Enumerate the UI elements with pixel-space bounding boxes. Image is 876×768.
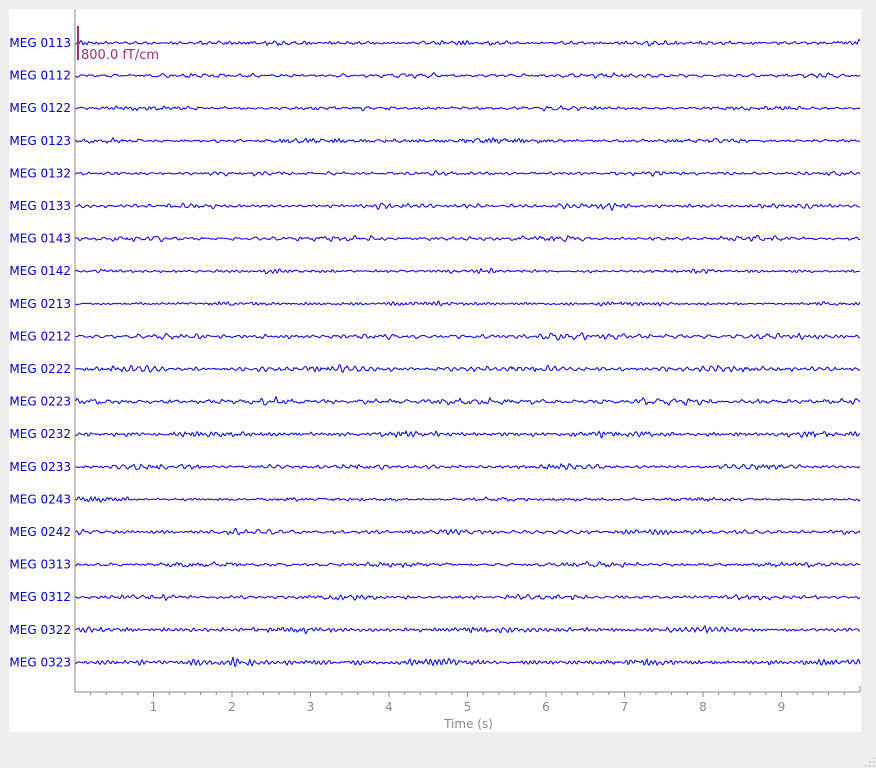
channel-label[interactable]: MEG 0213 bbox=[9, 297, 71, 311]
channel-label[interactable]: MEG 0312 bbox=[9, 590, 71, 604]
axes-layer bbox=[74, 9, 861, 693]
trace-meg-0233[interactable] bbox=[74, 463, 861, 471]
x-tick-label: 7 bbox=[621, 700, 629, 714]
channel-label[interactable]: MEG 0212 bbox=[9, 329, 71, 343]
x-tick-label: 4 bbox=[385, 700, 393, 714]
trace-meg-0132[interactable] bbox=[74, 170, 861, 177]
trace-meg-0323[interactable] bbox=[74, 656, 861, 668]
trace-meg-0113[interactable] bbox=[74, 38, 861, 47]
x-tick-label: 5 bbox=[464, 700, 472, 714]
x-tick-label: 3 bbox=[307, 700, 315, 714]
trace-meg-0242[interactable] bbox=[74, 528, 861, 536]
channel-label[interactable]: MEG 0232 bbox=[9, 427, 71, 441]
meg-raw-traces-plot[interactable]: MEG 0113 MEG 0112 MEG 0122 MEG 0123 MEG 0132… bbox=[9, 9, 861, 732]
channel-label[interactable]: MEG 0242 bbox=[9, 525, 71, 539]
trace-meg-0143[interactable] bbox=[74, 234, 861, 243]
trace-meg-0232[interactable] bbox=[74, 429, 861, 439]
trace-meg-0122[interactable] bbox=[74, 105, 861, 112]
channel-label[interactable]: MEG 0222 bbox=[9, 362, 71, 376]
trace-meg-0222[interactable] bbox=[74, 364, 861, 373]
channel-label[interactable]: MEG 0233 bbox=[9, 460, 71, 474]
channel-label[interactable]: MEG 0322 bbox=[9, 623, 71, 637]
trace-meg-0123[interactable] bbox=[74, 136, 861, 145]
channel-label[interactable]: MEG 0133 bbox=[9, 199, 71, 213]
channel-label[interactable]: MEG 0143 bbox=[9, 232, 71, 246]
channel-label-layer: MEG 0113 MEG 0112 MEG 0122 MEG 0123 MEG 0132… bbox=[9, 36, 71, 669]
x-tick-label: 2 bbox=[228, 700, 236, 714]
x-tick-label: 9 bbox=[778, 700, 786, 714]
scalebar-label: 800.0 fT/cm bbox=[81, 48, 159, 63]
x-tick-label: 1 bbox=[150, 700, 158, 714]
x-tick-label: 6 bbox=[542, 700, 550, 714]
trace-meg-0313[interactable] bbox=[74, 560, 861, 569]
channel-label[interactable]: MEG 0123 bbox=[9, 134, 71, 148]
plot-figure: MEG 0113 MEG 0112 MEG 0122 MEG 0123 MEG 0132… bbox=[9, 9, 861, 732]
trace-meg-0112[interactable] bbox=[74, 71, 861, 80]
trace-meg-0142[interactable] bbox=[74, 267, 861, 275]
trace-meg-0312[interactable] bbox=[74, 593, 861, 602]
trace-meg-0133[interactable] bbox=[74, 202, 861, 212]
channel-label[interactable]: MEG 0243 bbox=[9, 492, 71, 506]
x-tick-label: 8 bbox=[699, 700, 707, 714]
channel-label[interactable]: MEG 0313 bbox=[9, 558, 71, 572]
channel-label[interactable]: MEG 0122 bbox=[9, 101, 71, 115]
raw-data-browser: MEG 0113 MEG 0112 MEG 0122 MEG 0123 MEG 0132… bbox=[0, 0, 876, 768]
resize-grip-icon[interactable] bbox=[864, 756, 876, 768]
channel-label[interactable]: MEG 0223 bbox=[9, 395, 71, 409]
trace-meg-0243[interactable] bbox=[74, 495, 861, 503]
channel-label[interactable]: MEG 0112 bbox=[9, 69, 71, 83]
channel-label[interactable]: MEG 0142 bbox=[9, 264, 71, 278]
channel-label[interactable]: MEG 0132 bbox=[9, 166, 71, 180]
trace-meg-0322[interactable] bbox=[74, 625, 861, 635]
x-tick-layer: 1 2 3 4 5 6 7 8 9 bbox=[90, 692, 845, 714]
channel-label[interactable]: MEG 0113 bbox=[9, 36, 71, 50]
channel-label[interactable]: MEG 0323 bbox=[9, 655, 71, 669]
trace-meg-0223[interactable] bbox=[74, 395, 861, 406]
x-axis-label: Time (s) bbox=[443, 717, 493, 731]
trace-meg-0212[interactable] bbox=[74, 332, 861, 341]
scalebar: 800.0 fT/cm bbox=[77, 26, 159, 63]
trace-layer bbox=[74, 38, 861, 668]
trace-meg-0213[interactable] bbox=[74, 300, 861, 307]
